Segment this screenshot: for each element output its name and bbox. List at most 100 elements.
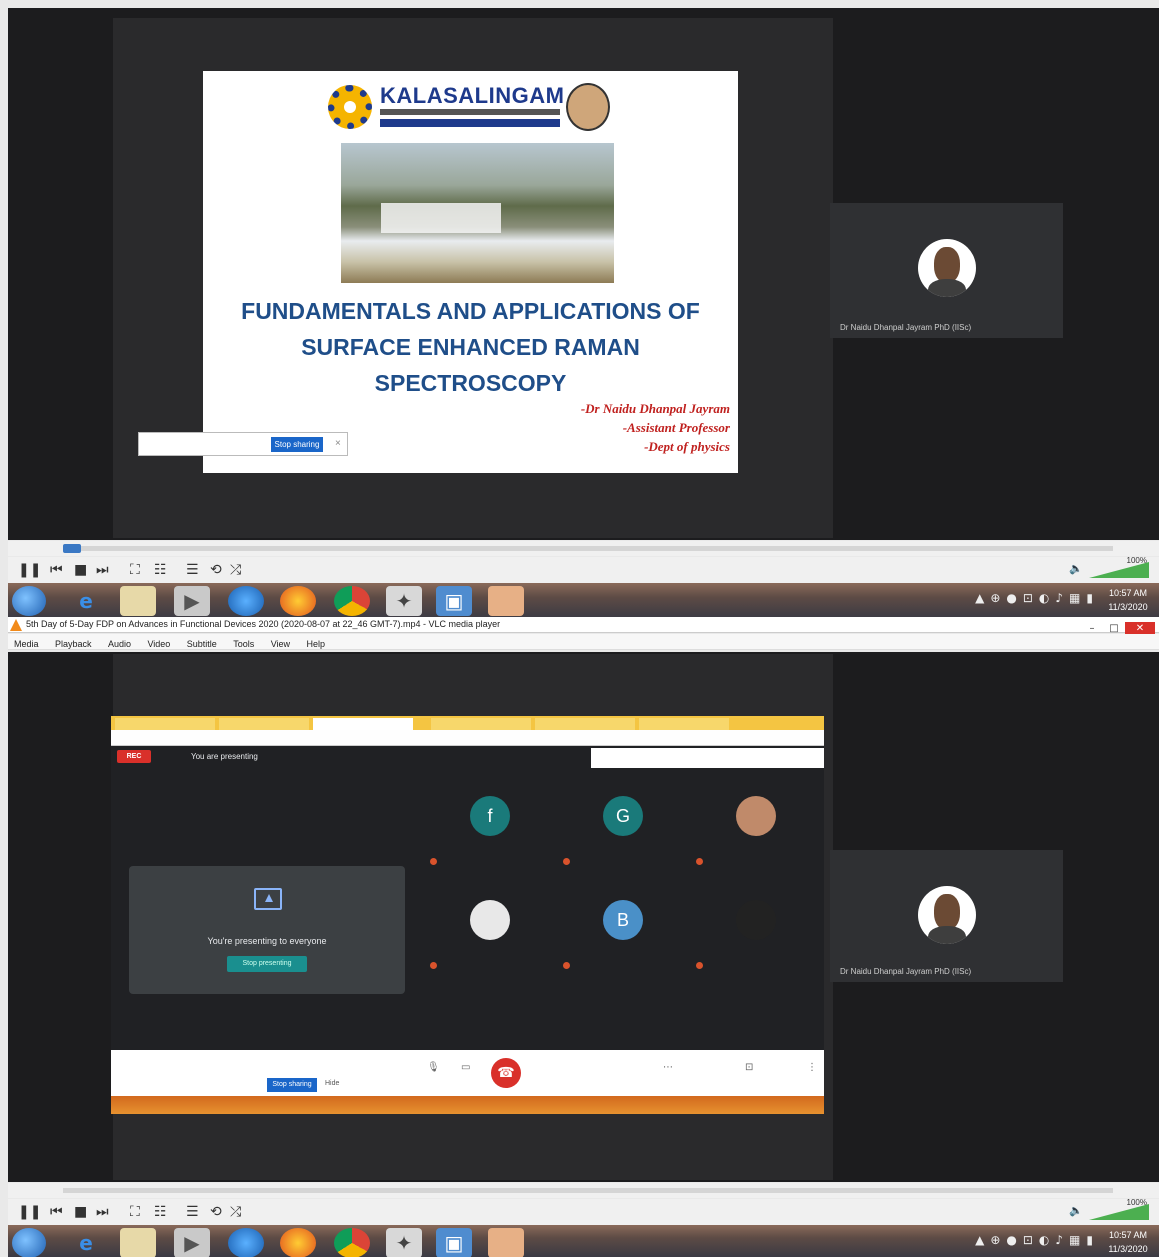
app-icon[interactable]: ✦: [386, 1228, 422, 1257]
seek-handle[interactable]: [63, 544, 81, 553]
taskbar-clock[interactable]: 10:57 AM 11/3/2020: [1103, 586, 1153, 614]
system-tray[interactable]: ▲⊕●⊡◐♪▦▮: [975, 1233, 1099, 1247]
menu-subtitle[interactable]: Subtitle: [181, 637, 223, 651]
next-icon[interactable]: ⏭: [96, 1203, 109, 1221]
windows-taskbar: e ▶ ✦ ▣ ▲⊕●⊡◐♪▦▮ 10:57 AM 11/3/2020: [8, 1225, 1159, 1257]
media-player-icon[interactable]: ▶: [174, 586, 210, 616]
close-icon[interactable]: ×: [335, 438, 341, 449]
loop-icon[interactable]: ⟲: [210, 561, 222, 579]
browser-address-bar[interactable]: [111, 730, 824, 746]
file-explorer-icon[interactable]: [120, 586, 156, 616]
participant-tile[interactable]: [690, 880, 823, 984]
captions-icon[interactable]: ⋯: [663, 1062, 673, 1073]
browser-tab-active[interactable]: [313, 718, 413, 730]
seek-track[interactable]: [63, 546, 1113, 551]
taskbar-clock[interactable]: 10:57 AM 11/3/2020: [1103, 1228, 1153, 1256]
edge-icon[interactable]: [228, 586, 264, 616]
volume-slider[interactable]: 🔈 100%: [1069, 556, 1149, 580]
previous-icon[interactable]: ⏮: [50, 561, 63, 579]
stop-icon[interactable]: ■: [74, 561, 87, 579]
hang-up-button[interactable]: ☎: [491, 1058, 521, 1088]
vlc-seek-bar[interactable]: [8, 541, 1159, 556]
pause-icon[interactable]: ❚❚: [18, 561, 41, 579]
next-icon[interactable]: ⏭: [96, 561, 109, 579]
system-tray[interactable]: ▲⊕●⊡◐♪▦▮: [975, 591, 1099, 605]
vlc-taskbar-icon[interactable]: [488, 586, 524, 616]
participant-tile[interactable]: G: [557, 776, 690, 880]
internet-explorer-icon[interactable]: e: [68, 1228, 104, 1257]
menu-media[interactable]: Media: [8, 637, 45, 651]
volume-slider[interactable]: 🔈 100%: [1069, 1198, 1149, 1222]
menu-tools[interactable]: Tools: [227, 637, 260, 651]
app-icon[interactable]: ✦: [386, 586, 422, 616]
inner-taskbar: [111, 1096, 824, 1114]
extended-settings-icon[interactable]: ☷: [154, 1203, 167, 1221]
chrome-icon[interactable]: [334, 1228, 370, 1257]
internet-explorer-icon[interactable]: e: [68, 586, 104, 616]
monitor-app-icon[interactable]: ▣: [436, 1228, 472, 1257]
slide-title: FUNDAMENTALS AND APPLICATIONS OF SURFACE…: [213, 293, 728, 401]
browser-tab[interactable]: [115, 718, 215, 730]
loop-icon[interactable]: ⟲: [210, 1203, 222, 1221]
stop-sharing-button[interactable]: Stop sharing: [267, 1078, 317, 1092]
browser-tab[interactable]: [639, 718, 729, 730]
menu-playback[interactable]: Playback: [49, 637, 98, 651]
extended-settings-icon[interactable]: ☷: [154, 561, 167, 579]
menu-audio[interactable]: Audio: [102, 637, 137, 651]
stop-sharing-button[interactable]: Stop sharing: [271, 437, 323, 452]
menu-video[interactable]: Video: [141, 637, 176, 651]
menu-help[interactable]: Help: [301, 637, 332, 651]
stop-presenting-button[interactable]: Stop presenting: [227, 956, 307, 972]
participant-name: Dr Naidu Dhanpal Jayram PhD (IISc): [840, 967, 972, 976]
presentation-slide: KALASALINGAM FUNDAMENTALS AND APPLICATIO…: [203, 71, 738, 473]
vlc-taskbar-icon[interactable]: [488, 1228, 524, 1257]
monitor-app-icon[interactable]: ▣: [436, 586, 472, 616]
menu-view[interactable]: View: [265, 637, 296, 651]
present-now-icon[interactable]: ⊡: [745, 1062, 753, 1073]
microphone-icon[interactable]: 🎙: [427, 1062, 440, 1073]
speaker-icon[interactable]: 🔈: [1069, 562, 1083, 575]
participant-camera-tile: Dr Naidu Dhanpal Jayram PhD (IISc): [830, 203, 1063, 338]
media-player-icon[interactable]: ▶: [174, 1228, 210, 1257]
firefox-icon[interactable]: [280, 586, 316, 616]
playlist-icon[interactable]: ☰: [186, 561, 199, 579]
previous-icon[interactable]: ⏮: [50, 1203, 63, 1221]
participant-avatar: [918, 886, 976, 944]
participant-tile[interactable]: [690, 776, 823, 880]
edge-icon[interactable]: [228, 1228, 264, 1257]
participant-name: [696, 858, 707, 865]
chrome-icon[interactable]: [334, 586, 370, 616]
seek-track[interactable]: [63, 1188, 1113, 1193]
file-explorer-icon[interactable]: [120, 1228, 156, 1257]
participant-name: [563, 962, 574, 969]
fullscreen-icon[interactable]: ⛶: [130, 1203, 140, 1221]
camera-icon[interactable]: ▭: [461, 1062, 470, 1073]
hide-button[interactable]: Hide: [325, 1080, 339, 1087]
windows-start-icon[interactable]: [12, 586, 46, 616]
random-icon[interactable]: ⤮: [230, 561, 241, 579]
participant-tile[interactable]: [424, 880, 557, 984]
browser-tab[interactable]: [431, 718, 531, 730]
meet-top-right-panel[interactable]: [591, 748, 824, 768]
author-line: -Assistant Professor: [622, 420, 730, 435]
slide-title-line: SPECTROSCOPY: [374, 370, 567, 396]
participant-avatar: f: [470, 796, 510, 836]
pause-icon[interactable]: ❚❚: [18, 1203, 41, 1221]
playlist-icon[interactable]: ☰: [186, 1203, 199, 1221]
browser-tab[interactable]: [535, 718, 635, 730]
random-icon[interactable]: ⤮: [230, 1203, 241, 1221]
vlc-control-bar: ❚❚ ⏮ ■ ⏭ ⛶ ☷ ☰ ⟲ ⤮ 🔈 100%: [8, 556, 1159, 583]
presenting-message: You're presenting to everyone: [207, 936, 327, 946]
participant-tile[interactable]: B: [557, 880, 690, 984]
stop-icon[interactable]: ■: [74, 1203, 87, 1221]
participant-tile[interactable]: f: [424, 776, 557, 880]
windows-start-icon[interactable]: [12, 1228, 46, 1257]
speaker-icon[interactable]: 🔈: [1069, 1204, 1083, 1217]
browser-tab[interactable]: [219, 718, 309, 730]
screen-share-bar: Stop sharing ×: [138, 432, 348, 456]
clock-time: 10:57 AM: [1108, 1230, 1148, 1240]
vlc-seek-bar[interactable]: [8, 1183, 1159, 1198]
firefox-icon[interactable]: [280, 1228, 316, 1257]
more-options-icon[interactable]: ⋮: [807, 1062, 817, 1073]
fullscreen-icon[interactable]: ⛶: [130, 561, 140, 579]
